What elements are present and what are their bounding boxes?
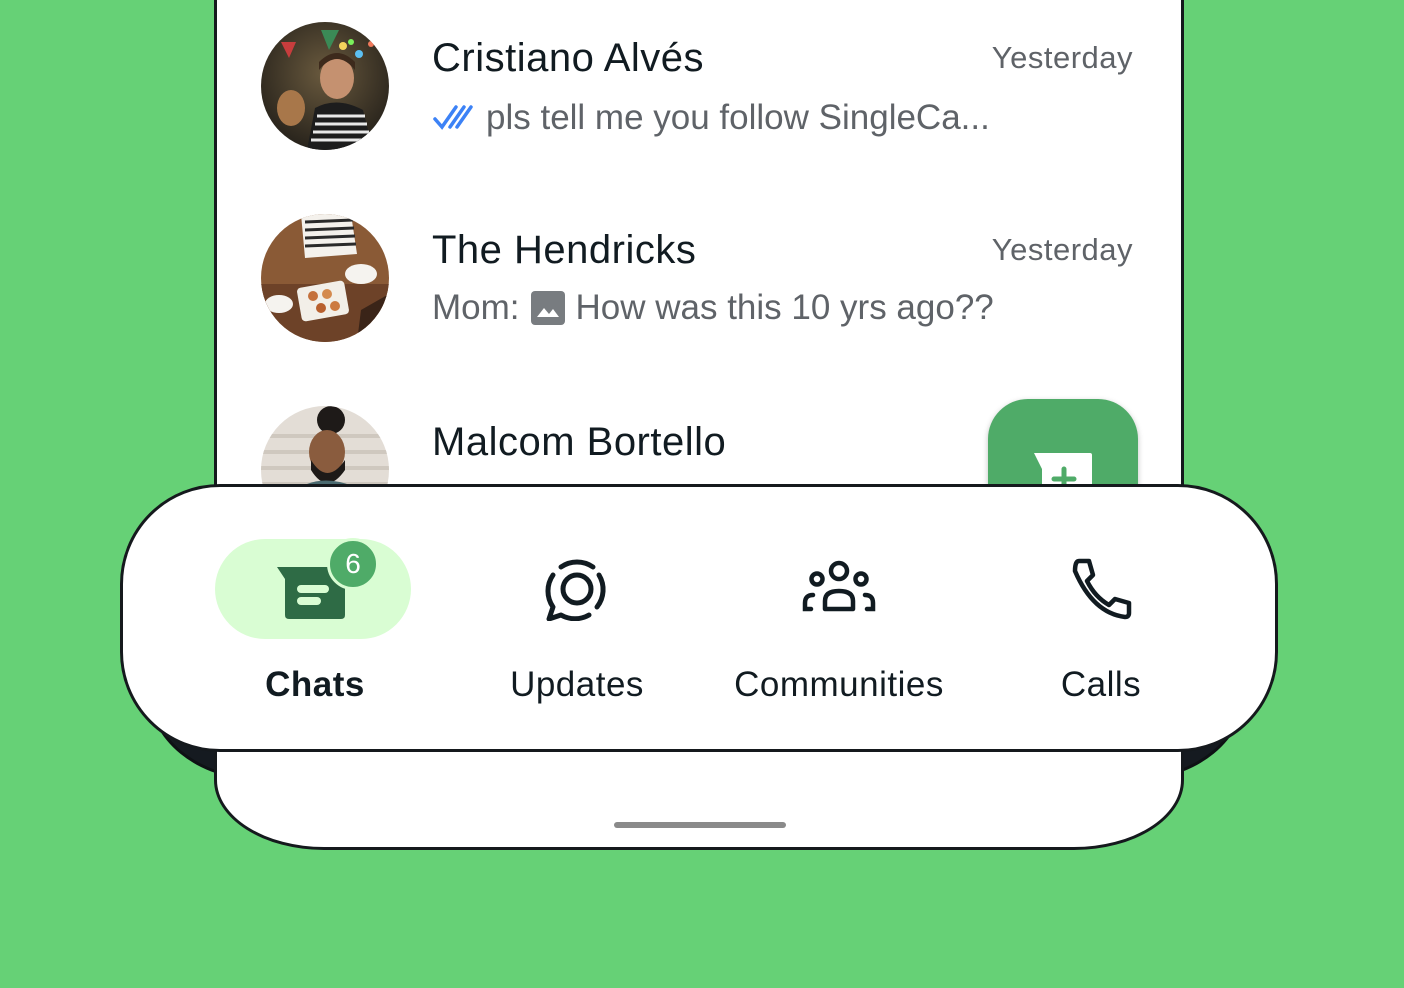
chat-preview-text: How was this 10 yrs ago??: [575, 288, 994, 327]
nav-item-calls[interactable]: Calls: [981, 487, 1221, 755]
chat-name: Cristiano Alvés: [432, 36, 705, 80]
chat-preview-sender: Mom:: [432, 288, 520, 327]
chat-preview: Mom: How was this 10 yrs ago??: [432, 288, 994, 328]
double-check-read-icon: [433, 105, 473, 130]
image-icon: [530, 291, 565, 325]
unread-count-badge: 6: [327, 538, 379, 590]
chat-preview-text: pls tell me you follow SingleCa...: [486, 98, 990, 137]
chat-time: Yesterday: [991, 40, 1133, 75]
bottom-navigation: Chats Updates Communities Calls: [120, 484, 1278, 752]
calls-icon: [1072, 558, 1132, 620]
chat-row-hendricks[interactable]: The Hendricks Yesterday Mom: How was thi…: [217, 192, 1181, 384]
nav-item-communities[interactable]: Communities: [719, 487, 959, 755]
updates-icon: [545, 559, 606, 621]
chat-name: The Hendricks: [432, 228, 697, 272]
avatar[interactable]: [261, 214, 389, 342]
chat-name: Malcom Bortello: [432, 420, 727, 464]
nav-item-updates[interactable]: Updates: [457, 487, 697, 755]
chat-preview: pls tell me you follow SingleCa...: [432, 98, 990, 138]
home-indicator[interactable]: [614, 822, 786, 828]
avatar[interactable]: [261, 22, 389, 150]
nav-label: Communities: [734, 665, 944, 704]
chat-time: Yesterday: [991, 232, 1133, 267]
nav-label: Updates: [510, 665, 644, 704]
avatar[interactable]: [261, 406, 389, 486]
communities-icon: [802, 560, 876, 612]
nav-item-chats[interactable]: Chats: [195, 487, 435, 755]
chat-row-cristiano[interactable]: Cristiano Alvés Yesterday pls tell me yo…: [217, 0, 1181, 192]
nav-label: Calls: [1060, 665, 1142, 704]
nav-label: Chats: [265, 665, 365, 704]
